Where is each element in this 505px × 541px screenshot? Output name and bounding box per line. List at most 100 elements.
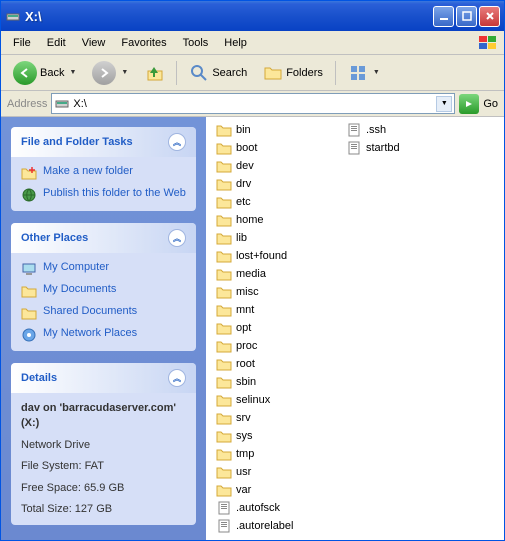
file-item[interactable]: lost+found — [214, 247, 324, 264]
folder-icon — [216, 123, 232, 137]
link-label: My Network Places — [43, 327, 137, 339]
file-name: opt — [236, 322, 251, 334]
window-title: X:\ — [25, 9, 433, 24]
file-item[interactable]: lib — [214, 229, 324, 246]
maximize-button[interactable] — [456, 6, 477, 27]
file-item[interactable]: media — [214, 265, 324, 282]
folder-icon — [216, 195, 232, 209]
file-name: root — [236, 358, 255, 370]
back-button[interactable]: Back ▼ — [7, 57, 82, 89]
file-item[interactable]: var — [214, 481, 324, 498]
folder-icon — [216, 375, 232, 389]
file-list[interactable]: bin boot devdrvetchomeliblost+foundmediami… — [206, 117, 504, 540]
file-item[interactable]: dev — [214, 157, 324, 174]
search-button[interactable]: Search — [183, 59, 253, 87]
file-item[interactable]: startbd — [344, 139, 454, 156]
folders-button[interactable]: Folders — [257, 59, 329, 87]
file-item[interactable]: .autofsck — [214, 499, 324, 516]
folder-icon — [216, 141, 232, 155]
file-item[interactable]: .ssh — [344, 121, 454, 138]
panel-body: My Computer My Documents Shared Document… — [11, 253, 196, 351]
folder-icon — [216, 483, 232, 497]
address-dropdown-button[interactable]: ▼ — [436, 96, 452, 112]
panel-title: File and Folder Tasks — [21, 136, 133, 148]
menu-file[interactable]: File — [5, 34, 39, 52]
folder-icon — [216, 249, 232, 263]
file-item[interactable]: misc — [214, 283, 324, 300]
file-item[interactable]: opt — [214, 319, 324, 336]
up-button[interactable] — [138, 59, 170, 87]
file-item[interactable]: sys — [214, 427, 324, 444]
file-item[interactable]: tmp — [214, 445, 324, 462]
windows-flag-icon — [476, 33, 500, 53]
titlebar: X:\ — [1, 1, 504, 31]
close-button[interactable] — [479, 6, 500, 27]
folder-icon — [216, 411, 232, 425]
file-item[interactable]: sbin — [214, 373, 324, 390]
minimize-button[interactable] — [433, 6, 454, 27]
file-name: .autofsck — [236, 502, 280, 514]
content-area: File and Folder Tasks ︽ Make a new folde… — [1, 117, 504, 540]
file-icon — [346, 141, 362, 155]
menu-view[interactable]: View — [74, 34, 114, 52]
link-label: My Documents — [43, 283, 116, 295]
views-button[interactable]: ▼ — [342, 59, 386, 87]
folder-icon — [21, 305, 37, 321]
file-item[interactable]: home — [214, 211, 324, 228]
file-item[interactable]: proc — [214, 337, 324, 354]
folder-icon — [216, 465, 232, 479]
menu-edit[interactable]: Edit — [39, 34, 74, 52]
explorer-window: X:\ File Edit View Favorites Tools Help … — [0, 0, 505, 541]
make-new-folder-link[interactable]: Make a new folder — [21, 165, 186, 181]
panel-header[interactable]: Other Places ︽ — [11, 223, 196, 253]
folder-icon — [216, 213, 232, 227]
collapse-icon: ︽ — [168, 369, 186, 387]
address-input[interactable] — [70, 98, 436, 110]
new-folder-icon — [21, 165, 37, 181]
folder-icon — [216, 429, 232, 443]
my-documents-link[interactable]: My Documents — [21, 283, 186, 299]
folder-icon — [216, 357, 232, 371]
menu-help[interactable]: Help — [216, 34, 255, 52]
separator — [335, 61, 336, 85]
file-item[interactable]: boot — [214, 139, 324, 156]
go-button[interactable] — [459, 94, 479, 114]
publish-web-link[interactable]: Publish this folder to the Web — [21, 187, 186, 203]
link-label: Publish this folder to the Web — [43, 187, 186, 199]
file-item[interactable]: srv — [214, 409, 324, 426]
link-label: Make a new folder — [43, 165, 133, 177]
drive-type: Network Drive — [21, 438, 186, 453]
drive-name: dav on 'barracudaserver.com' (X:) — [21, 401, 186, 432]
file-item[interactable]: drv — [214, 175, 324, 192]
file-item[interactable]: selinux — [214, 391, 324, 408]
panel-header[interactable]: File and Folder Tasks ︽ — [11, 127, 196, 157]
separator — [176, 61, 177, 85]
folder-icon — [216, 231, 232, 245]
collapse-icon: ︽ — [168, 229, 186, 247]
file-item[interactable]: usr — [214, 463, 324, 480]
file-item[interactable]: .autorelabel — [214, 517, 324, 534]
free-space: Free Space: 65.9 GB — [21, 481, 186, 496]
panel-body: Make a new folder Publish this folder to… — [11, 157, 196, 211]
folder-icon — [216, 393, 232, 407]
search-icon — [189, 63, 209, 83]
file-item[interactable]: bin — [214, 121, 324, 138]
forward-button[interactable]: ▼ — [86, 57, 134, 89]
address-label: Address — [7, 98, 47, 110]
file-folder-tasks-panel: File and Folder Tasks ︽ Make a new folde… — [11, 127, 196, 211]
file-name: boot — [236, 142, 257, 154]
menu-tools[interactable]: Tools — [175, 34, 217, 52]
file-name: mnt — [236, 304, 254, 316]
file-item[interactable]: root — [214, 355, 324, 372]
shared-documents-link[interactable]: Shared Documents — [21, 305, 186, 321]
menu-favorites[interactable]: Favorites — [113, 34, 174, 52]
file-name: usr — [236, 466, 251, 478]
file-item[interactable]: etc — [214, 193, 324, 210]
file-item[interactable]: mnt — [214, 301, 324, 318]
my-network-places-link[interactable]: My Network Places — [21, 327, 186, 343]
folder-icon — [216, 285, 232, 299]
chevron-down-icon: ▼ — [69, 69, 76, 76]
globe-icon — [21, 187, 37, 203]
my-computer-link[interactable]: My Computer — [21, 261, 186, 277]
panel-header[interactable]: Details ︽ — [11, 363, 196, 393]
